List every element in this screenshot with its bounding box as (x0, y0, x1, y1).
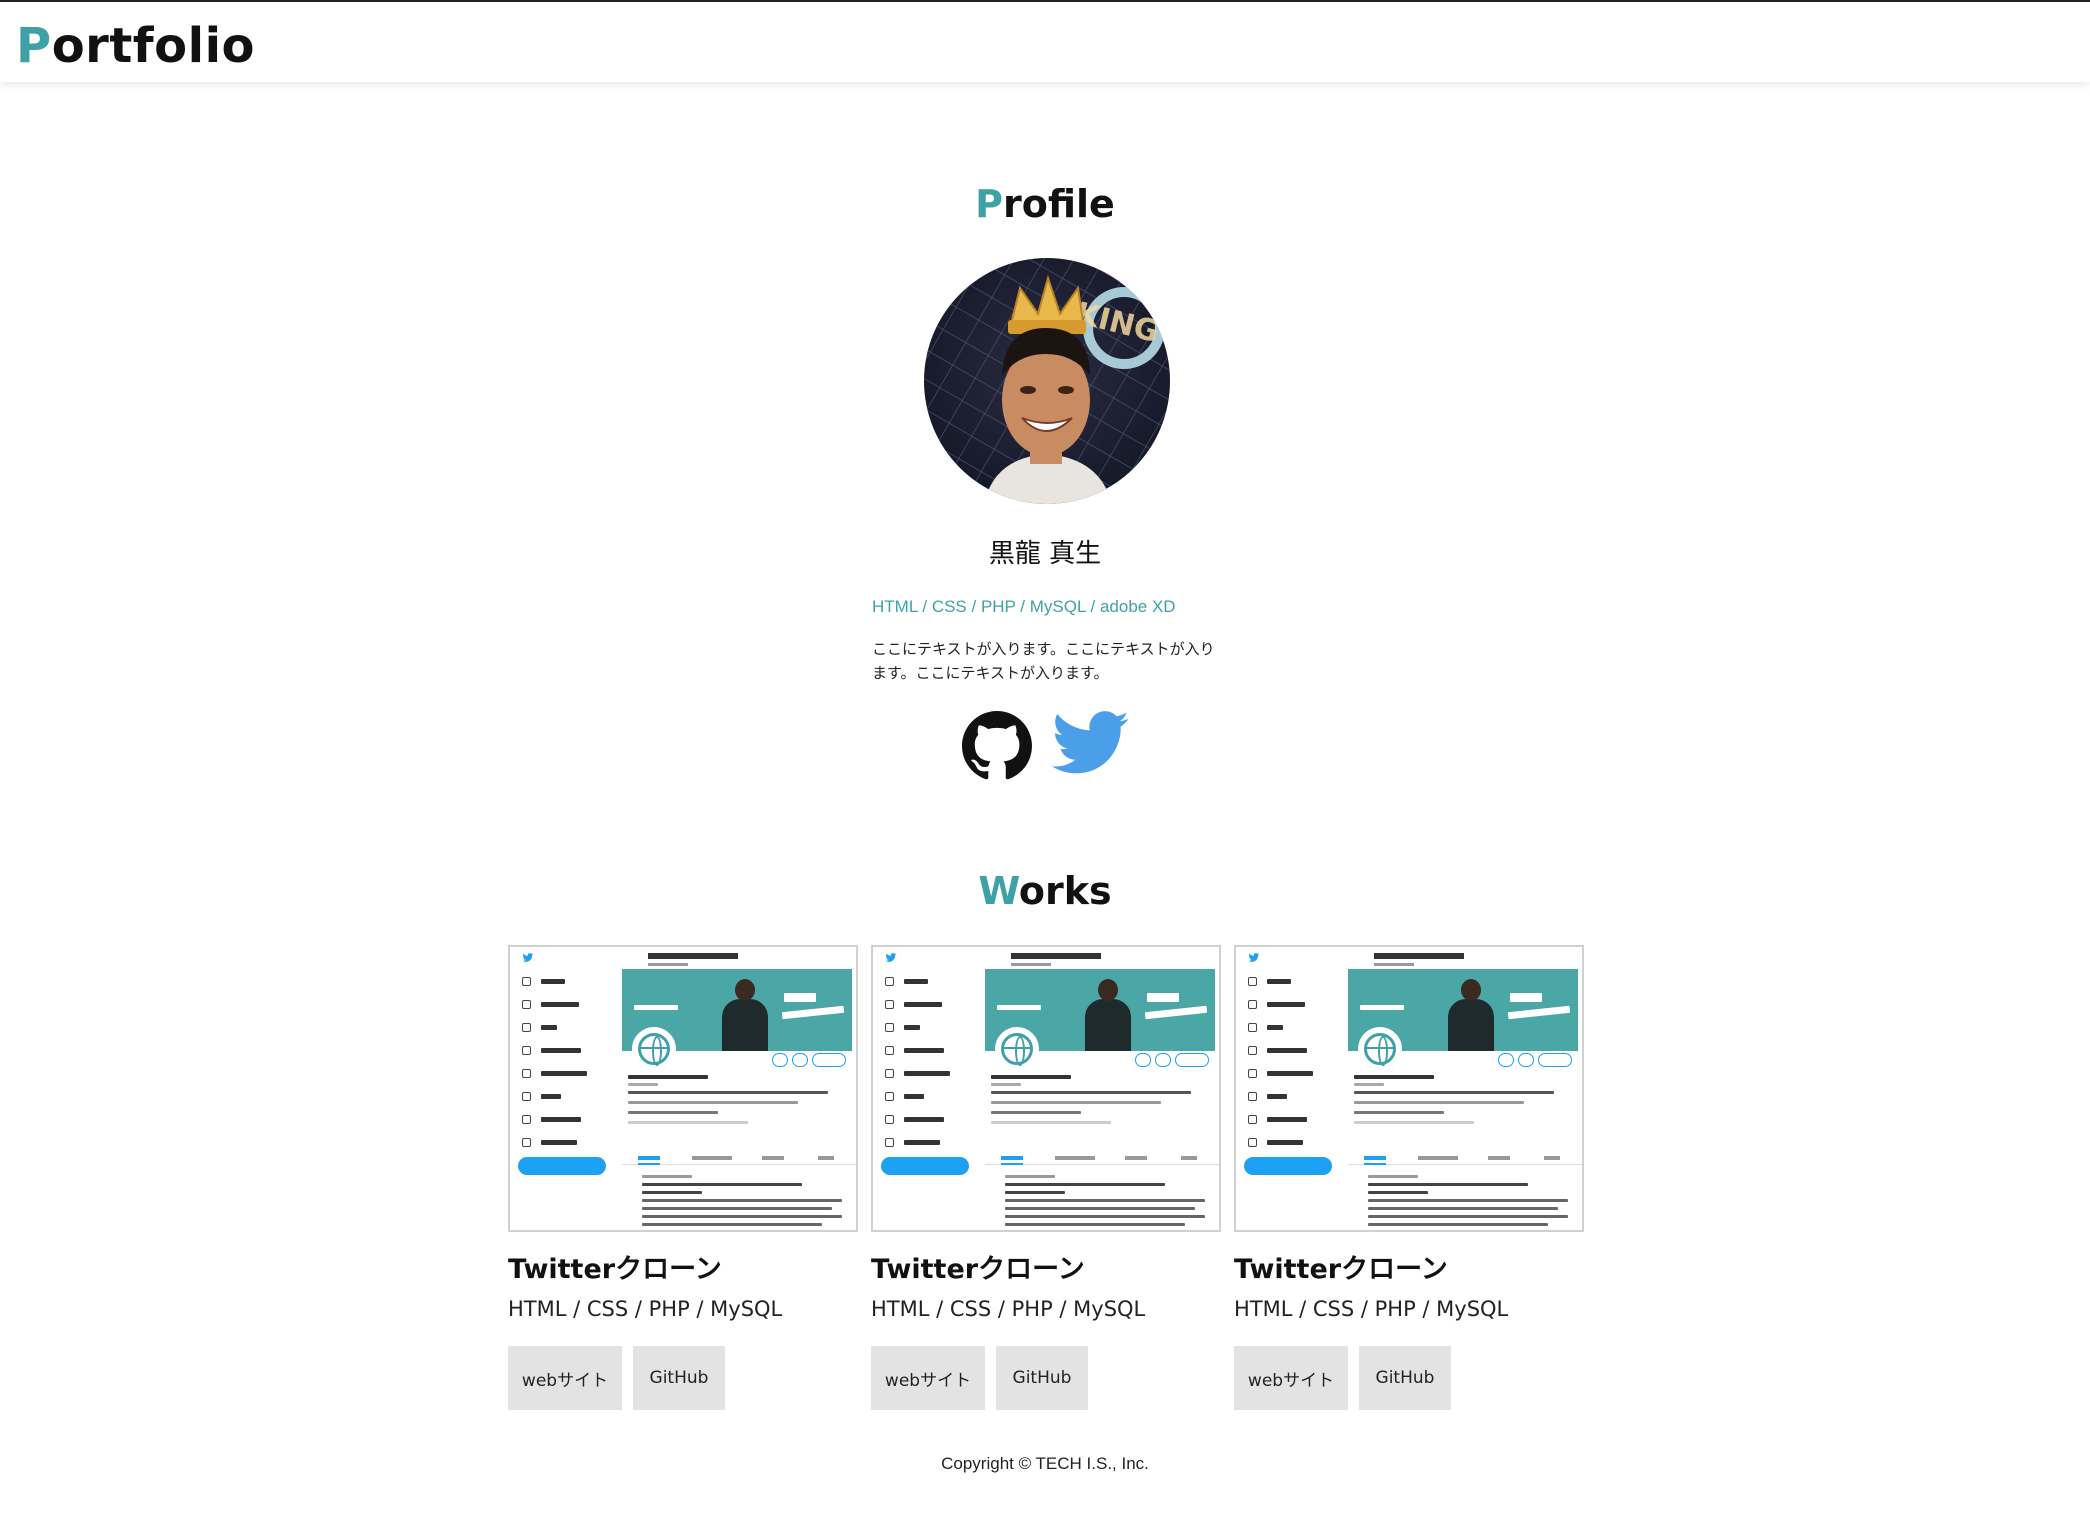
twitter-link[interactable] (1052, 710, 1130, 782)
github-link[interactable] (962, 710, 1032, 782)
mock-main (1348, 947, 1582, 1230)
work-title: Twitterクローン (871, 1254, 1085, 1285)
work-actions: webサイト GitHub (1234, 1346, 1584, 1410)
twitter-icon (1052, 711, 1129, 774)
mock-twitter-bird-icon (522, 953, 534, 962)
work-thumbnail[interactable] (508, 945, 858, 1232)
github-button[interactable]: GitHub (633, 1346, 725, 1410)
mock-twitter-bird-icon (885, 953, 897, 962)
website-button[interactable]: webサイト (1234, 1346, 1348, 1410)
profile-name: 黒龍 真生 (988, 539, 1102, 569)
mock-sidebar (510, 947, 618, 1230)
work-tech: HTML / CSS / PHP / MySQL (508, 1297, 783, 1321)
copyright-text: Copyright © TECH I.S., Inc. (941, 1454, 1149, 1473)
website-button[interactable]: webサイト (508, 1346, 622, 1410)
profile-heading-text: rofile (1003, 182, 1115, 226)
works-heading-accent: W (978, 869, 1019, 913)
works-heading: Works (0, 869, 2090, 913)
avatar-photo: KING (924, 258, 1170, 504)
mock-twitter-bird-icon (1248, 953, 1260, 962)
logo-text: ortfolio (51, 18, 256, 74)
work-card: Twitterクローン HTML / CSS / PHP / MySQL web… (1234, 945, 1584, 1410)
github-icon (962, 711, 1032, 780)
github-button[interactable]: GitHub (996, 1346, 1088, 1410)
work-thumbnail[interactable] (1234, 945, 1584, 1232)
github-button[interactable]: GitHub (1359, 1346, 1451, 1410)
work-title: Twitterクローン (508, 1254, 722, 1285)
profile-skills: HTML / CSS / PHP / MySQL / adobe XD (872, 597, 1176, 616)
work-tech: HTML / CSS / PHP / MySQL (1234, 1297, 1509, 1321)
logo-accent-letter: P (16, 18, 52, 74)
works-heading-text: orks (1018, 869, 1112, 913)
mock-sidebar (1236, 947, 1344, 1230)
site-header: Portfolio (0, 2, 2090, 82)
profile-heading-accent: P (975, 182, 1004, 226)
work-title: Twitterクローン (1234, 1254, 1448, 1285)
profile-avatar: KING (924, 258, 1170, 504)
work-thumbnail[interactable] (871, 945, 1221, 1232)
site-footer: Copyright © TECH I.S., Inc. (0, 1454, 2090, 1474)
work-actions: webサイト GitHub (871, 1346, 1221, 1410)
work-card: Twitterクローン HTML / CSS / PHP / MySQL web… (508, 945, 858, 1410)
work-card: Twitterクローン HTML / CSS / PHP / MySQL web… (871, 945, 1221, 1410)
mock-sidebar (873, 947, 981, 1230)
mock-main (622, 947, 856, 1230)
work-actions: webサイト GitHub (508, 1346, 858, 1410)
profile-heading: Profile (0, 182, 2090, 226)
profile-description: ここにテキストが入ります。ここにテキストが入ります。ここにテキストが入ります。 (872, 640, 1215, 682)
mock-main (985, 947, 1219, 1230)
work-tech: HTML / CSS / PHP / MySQL (871, 1297, 1146, 1321)
site-logo[interactable]: Portfolio (16, 18, 255, 74)
website-button[interactable]: webサイト (871, 1346, 985, 1410)
